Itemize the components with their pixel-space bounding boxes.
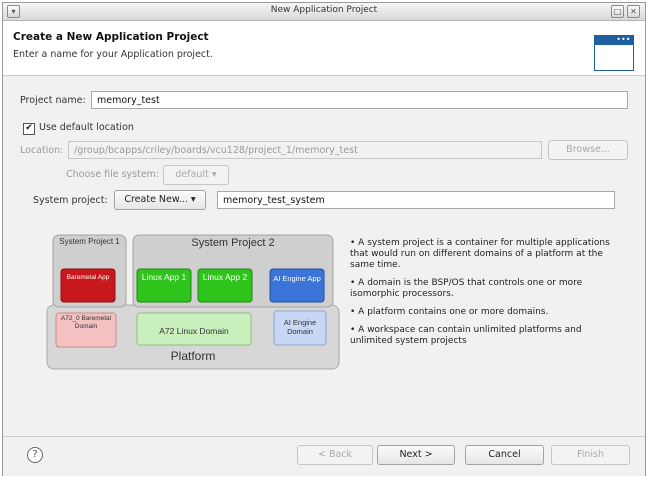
project-name-label: Project name: bbox=[20, 95, 86, 106]
next-button[interactable]: Next > bbox=[377, 445, 455, 465]
window-title: New Application Project bbox=[270, 5, 378, 15]
system-project-dropdown[interactable]: Create New... ▾ bbox=[114, 190, 206, 210]
system-project-dropdown-value: Create New... bbox=[124, 194, 188, 205]
ai-engine-app-label: AI Engine App bbox=[273, 274, 321, 283]
help-icon[interactable]: ? bbox=[27, 447, 43, 463]
system-project-label: System project: bbox=[33, 195, 108, 206]
a72-linux-domain-label: A72 Linux Domain bbox=[159, 326, 229, 336]
system-project-1-label: System Project 1 bbox=[59, 237, 120, 246]
a72-baremetal-domain-label: A72_0 Baremetal Domain bbox=[60, 315, 112, 330]
use-default-location-checkbox[interactable]: ✔ bbox=[23, 123, 35, 135]
page-title: Create a New Application Project bbox=[13, 31, 209, 43]
linux-app-1-label: Linux App 1 bbox=[141, 272, 187, 282]
file-system-dropdown[interactable]: default ▾ bbox=[163, 165, 229, 185]
ai-engine-domain-label: AI Engine Domain bbox=[283, 318, 317, 336]
bullet-item: • A workspace can contain unlimited plat… bbox=[350, 325, 582, 346]
wizard-body: Project name: memory_test ✔ Use default … bbox=[3, 76, 645, 436]
bullet-item: • A domain is the BSP/OS that controls o… bbox=[350, 278, 583, 299]
wizard-header: Create a New Application Project Enter a… bbox=[3, 21, 645, 76]
browse-button[interactable]: Browse... bbox=[548, 140, 628, 160]
bullet-item: • A platform contains one or more domain… bbox=[350, 307, 549, 317]
choose-file-system-label: Choose file system: bbox=[66, 169, 160, 180]
finish-button[interactable]: Finish bbox=[551, 445, 630, 465]
bullet-item: • A system project is a container for mu… bbox=[350, 238, 610, 270]
linux-app-2-label: Linux App 2 bbox=[202, 272, 248, 282]
dialog-window: ▾ New Application Project □ ✕ Create a N… bbox=[2, 2, 646, 476]
maximize-icon[interactable]: □ bbox=[611, 5, 624, 18]
location-input[interactable]: /group/bcapps/criley/boards/vcu128/proje… bbox=[68, 141, 542, 159]
close-icon[interactable]: ✕ bbox=[627, 5, 640, 18]
baremetal-app-label: Baremetal App bbox=[66, 274, 110, 281]
chevron-down-icon: ▾ bbox=[211, 169, 217, 180]
cancel-button[interactable]: Cancel bbox=[465, 445, 544, 465]
system-project-2-label: System Project 2 bbox=[191, 237, 275, 249]
page-subtitle: Enter a name for your Application projec… bbox=[13, 49, 213, 60]
back-button[interactable]: < Back bbox=[297, 445, 373, 465]
chevron-down-icon: ▾ bbox=[190, 194, 196, 205]
system-project-name-input[interactable]: memory_test_system bbox=[217, 191, 615, 209]
platform-label: Platform bbox=[170, 349, 216, 363]
info-bullets: • A system project is a container for mu… bbox=[350, 238, 620, 354]
file-system-value: default bbox=[175, 169, 209, 180]
location-label: Location: bbox=[20, 145, 64, 156]
use-default-location-label: Use default location bbox=[39, 122, 134, 133]
wizard-banner-icon: ••• bbox=[594, 35, 634, 71]
project-name-input[interactable]: memory_test bbox=[91, 91, 628, 109]
wizard-footer: ? < Back Next > Cancel Finish bbox=[3, 436, 645, 476]
title-bar: ▾ New Application Project □ ✕ bbox=[3, 3, 645, 21]
